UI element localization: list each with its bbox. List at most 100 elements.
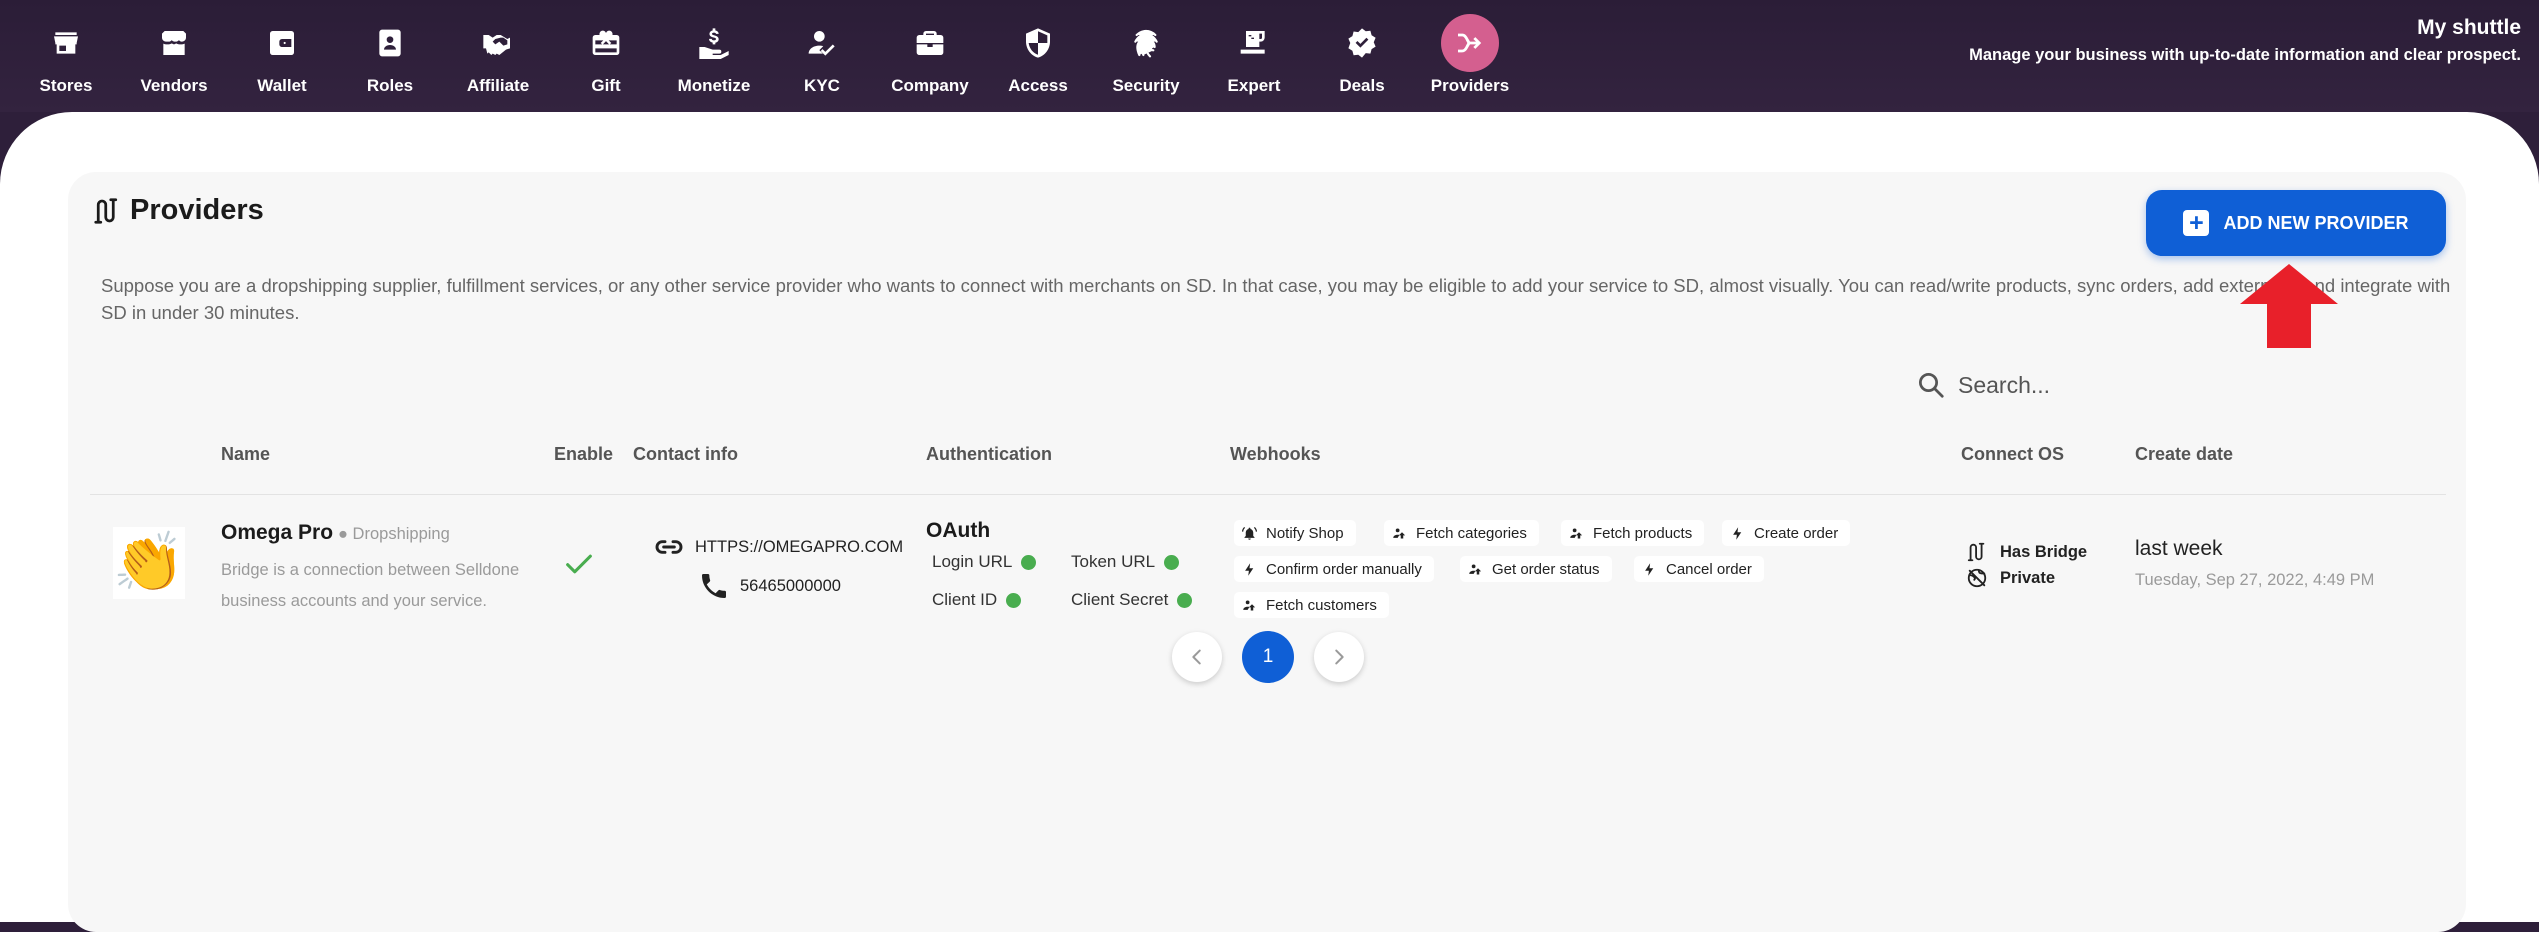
pagination: 1 bbox=[1172, 631, 1364, 683]
auth-type: OAuth bbox=[926, 519, 991, 542]
nav-item-deals[interactable]: Deals bbox=[1308, 14, 1416, 100]
nav-label: Roles bbox=[366, 76, 414, 95]
search-box[interactable] bbox=[1916, 370, 2190, 400]
add-new-provider-button[interactable]: + ADD NEW PROVIDER bbox=[2146, 190, 2446, 256]
webhook-chip-fetch-categories: Fetch categories bbox=[1384, 520, 1539, 546]
people-sync-icon bbox=[1393, 528, 1406, 538]
nav-label: Access bbox=[1008, 76, 1068, 95]
search-input[interactable] bbox=[1956, 370, 2190, 400]
nav-label: Security bbox=[1112, 76, 1180, 95]
column-header-name[interactable]: Name bbox=[221, 444, 270, 465]
providers-icon bbox=[1441, 14, 1499, 72]
nav-item-roles[interactable]: Roles bbox=[336, 14, 444, 100]
coffee-icon bbox=[1225, 14, 1283, 72]
webhook-label: Fetch customers bbox=[1266, 596, 1377, 614]
column-header-create-date[interactable]: Create date bbox=[2135, 444, 2233, 465]
webhook-chip-fetch-products: Fetch products bbox=[1561, 520, 1705, 546]
auth-item-label: Login URL bbox=[932, 552, 1013, 571]
status-dot bbox=[1164, 554, 1180, 570]
nav-item-monetize[interactable]: Monetize bbox=[660, 14, 768, 100]
webhook-chip-get-order-status: Get order status bbox=[1460, 556, 1612, 582]
nav-item-stores[interactable]: Stores bbox=[12, 14, 120, 100]
add-new-provider-label: ADD NEW PROVIDER bbox=[2223, 212, 2409, 233]
nav-item-affiliate[interactable]: Affiliate bbox=[444, 14, 552, 100]
briefcase-icon bbox=[901, 14, 959, 72]
nav-label: Affiliate bbox=[466, 76, 530, 95]
providers-title-icon bbox=[94, 197, 118, 224]
wallet-icon bbox=[253, 14, 311, 72]
webhook-label: Notify Shop bbox=[1266, 524, 1344, 542]
badge-icon bbox=[361, 14, 419, 72]
column-header-contact[interactable]: Contact info bbox=[633, 444, 738, 465]
nav-item-providers[interactable]: Providers bbox=[1416, 14, 1524, 100]
top-navigation-bar: Stores Vendors Wallet Roles Affiliate Gi… bbox=[0, 0, 2539, 112]
page-description: Suppose you are a dropshipping supplier,… bbox=[101, 275, 2451, 323]
column-header-connect-os[interactable]: Connect OS bbox=[1961, 444, 2064, 465]
nav-label: Stores bbox=[39, 76, 93, 95]
header-divider bbox=[90, 494, 2446, 495]
provider-description: Bridge is a connection between Selldone … bbox=[221, 561, 520, 610]
auth-login-url: Login URL bbox=[932, 552, 1037, 572]
auth-item-label: Client ID bbox=[932, 590, 998, 609]
auth-client-secret: Client Secret bbox=[1071, 590, 1193, 610]
business-name: My shuttle bbox=[2417, 16, 2521, 39]
red-arrow-up-icon bbox=[2240, 264, 2338, 348]
nav-item-expert[interactable]: Expert bbox=[1200, 14, 1308, 100]
nav-item-gift[interactable]: Gift bbox=[552, 14, 660, 100]
handshake-icon bbox=[469, 14, 527, 72]
business-header: My shuttle Manage your business with up-… bbox=[1969, 16, 2521, 65]
gift-card-icon bbox=[577, 14, 635, 72]
previous-page-button[interactable] bbox=[1172, 632, 1222, 682]
column-header-authentication[interactable]: Authentication bbox=[926, 444, 1052, 465]
lightning-icon bbox=[1645, 562, 1654, 576]
provider-phone[interactable]: 56465000000 bbox=[698, 570, 841, 602]
nav-label: Gift bbox=[591, 76, 621, 95]
column-header-webhooks[interactable]: Webhooks bbox=[1230, 444, 1321, 465]
store-icon bbox=[37, 14, 95, 72]
people-sync-icon bbox=[1243, 600, 1256, 610]
app-nav: Stores Vendors Wallet Roles Affiliate Gi… bbox=[12, 14, 1524, 100]
search-icon bbox=[1919, 373, 1944, 398]
nav-label: Monetize bbox=[677, 76, 751, 95]
provider-url[interactable]: HTTPS://OMEGAPRO.COM bbox=[653, 531, 903, 563]
webhook-chip-cancel-order: Cancel order bbox=[1634, 556, 1764, 582]
provider-avatar[interactable]: 👏 bbox=[113, 527, 185, 599]
business-subtitle: Manage your business with up-to-date inf… bbox=[1969, 46, 2521, 64]
nav-item-kyc[interactable]: KYC bbox=[768, 14, 876, 100]
nav-item-access[interactable]: Access bbox=[984, 14, 1092, 100]
webhook-chip-fetch-customers: Fetch customers bbox=[1234, 592, 1389, 618]
vendor-icon bbox=[145, 14, 203, 72]
nav-item-security[interactable]: Security bbox=[1092, 14, 1200, 100]
webhook-label: Confirm order manually bbox=[1266, 560, 1422, 578]
hand-money-icon bbox=[685, 14, 743, 72]
os-private: Private bbox=[1966, 567, 2055, 589]
nav-item-wallet[interactable]: Wallet bbox=[228, 14, 336, 100]
webhook-label: Create order bbox=[1754, 524, 1839, 542]
lightning-icon bbox=[1733, 526, 1742, 540]
column-header-enable[interactable]: Enable bbox=[554, 444, 613, 465]
people-sync-icon bbox=[1469, 564, 1482, 574]
page-1-button[interactable]: 1 bbox=[1242, 631, 1294, 683]
nav-label: Providers bbox=[1430, 76, 1510, 95]
check-icon bbox=[566, 554, 592, 574]
webhook-label: Cancel order bbox=[1666, 560, 1752, 578]
webhook-label: Fetch categories bbox=[1416, 524, 1527, 542]
nav-item-company[interactable]: Company bbox=[876, 14, 984, 100]
lightning-icon bbox=[1245, 562, 1254, 576]
os-label: Has Bridge bbox=[2000, 542, 2088, 561]
status-dot bbox=[1177, 592, 1193, 608]
status-dot bbox=[1006, 592, 1022, 608]
auth-item-label: Token URL bbox=[1071, 552, 1156, 571]
nav-label: KYC bbox=[804, 76, 840, 95]
auth-client-id: Client ID bbox=[932, 590, 1022, 610]
nav-item-vendors[interactable]: Vendors bbox=[120, 14, 228, 100]
nav-label: Company bbox=[891, 76, 969, 95]
auth-item-label: Client Secret bbox=[1071, 590, 1169, 609]
person-check-icon bbox=[793, 14, 851, 72]
next-page-button[interactable] bbox=[1314, 632, 1364, 682]
os-label: Private bbox=[2000, 568, 2056, 587]
provider-type: ● Dropshipping bbox=[338, 525, 450, 543]
public-off-icon bbox=[1967, 568, 1987, 588]
webhook-label: Fetch products bbox=[1593, 524, 1693, 542]
provider-name[interactable]: Omega Pro bbox=[221, 521, 333, 545]
